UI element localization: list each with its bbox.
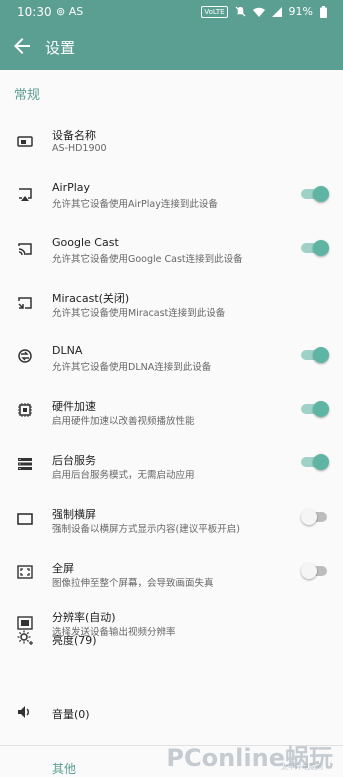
background-service-toggle[interactable] [301,454,329,470]
setting-subtitle: 图像拉伸至整个屏幕，会导致画面失真 [52,578,214,589]
app-bar: 设置 [0,24,343,70]
setting-airplay[interactable]: AirPlay 允许其它设备使用AirPlay连接到此设备 [0,178,343,218]
miracast-icon [18,297,32,309]
status-bar: 10:30 ⊚ AS VoLTE 91% [0,0,343,24]
battery-percent: 91% [288,5,313,18]
setting-force-landscape[interactable]: 强制横屏 强制设备以横屏方式显示内容(建议平板开启) [0,503,343,543]
setting-title: 分辨率(自动) [52,611,116,624]
setting-subtitle: 允许其它设备使用Miracast连接到此设备 [52,308,226,319]
setting-title: 后台服务 [52,454,96,467]
setting-title: Google Cast [52,236,119,249]
google-cast-toggle[interactable] [301,240,329,256]
section-other-title: 其他 [52,762,77,776]
setting-subtitle: 允许其它设备使用Google Cast连接到此设备 [52,254,243,265]
setting-title: Miracast(关闭) [52,292,130,305]
setting-subtitle: 启用后台服务模式，无需启动应用 [52,470,195,481]
setting-title: 亮度(79) [52,634,97,647]
status-left-icons: ⊚ AS [56,5,84,18]
volte-badge: VoLTE [201,5,228,18]
fullscreen-toggle[interactable] [301,563,329,579]
setting-title: 全屏 [52,562,74,575]
setting-subtitle: 允许其它设备使用DLNA连接到此设备 [52,362,212,373]
watermark-sub: 太平洋电脑网 [281,763,323,771]
setting-subtitle: AS-HD1900 [52,143,107,154]
setting-device-name[interactable]: 设备名称 AS-HD1900 [0,124,343,164]
setting-title: AirPlay [52,181,91,194]
setting-fullscreen[interactable]: 全屏 图像拉伸至整个屏幕，会导致画面失真 [0,557,343,597]
chip-icon [18,403,32,417]
setting-title: 设备名称 [52,129,96,142]
setting-hardware-acceleration[interactable]: 硬件加速 启用硬件加速以改善视频播放性能 [0,395,343,435]
setting-subtitle: 启用硬件加速以改善视频播放性能 [52,416,195,427]
brightness-icon [17,630,33,645]
setting-google-cast[interactable]: Google Cast 允许其它设备使用Google Cast连接到此设备 [0,233,343,273]
setting-title: 音量(0) [52,708,90,721]
server-icon [18,458,32,470]
setting-volume[interactable]: 音量(0) [0,702,343,726]
status-time: 10:30 [17,5,52,19]
back-arrow-icon[interactable] [10,34,34,58]
device-icon [17,136,33,147]
mute-icon [235,6,246,17]
page-title: 设置 [45,39,76,57]
setting-title: 强制横屏 [52,508,96,521]
cast-icon [18,243,32,256]
setting-brightness[interactable]: 亮度(79) [0,628,343,652]
setting-title: 硬件加速 [52,400,96,413]
force-landscape-toggle[interactable] [301,509,329,525]
dlna-icon [18,349,32,363]
setting-dlna[interactable]: DLNA 允许其它设备使用DLNA连接到此设备 [0,341,343,381]
setting-background-service[interactable]: 后台服务 启用后台服务模式，无需启动应用 [0,449,343,489]
setting-title: DLNA [52,344,83,357]
landscape-icon [17,513,33,525]
setting-subtitle: 允许其它设备使用AirPlay连接到此设备 [52,199,218,210]
airplay-icon [19,188,32,201]
signal-icon [271,6,282,17]
section-general-title: 常规 [14,88,41,103]
battery-icon [320,5,327,18]
airplay-toggle[interactable] [301,186,329,202]
setting-subtitle: 强制设备以横屏方式显示内容(建议平板开启) [52,524,240,535]
fullscreen-icon [17,565,33,579]
wifi-icon [252,7,265,17]
hardware-acceleration-toggle[interactable] [301,401,329,417]
status-right: VoLTE 91% [201,5,327,18]
dlna-toggle[interactable] [301,347,329,363]
setting-miracast[interactable]: Miracast(关闭) 允许其它设备使用Miracast连接到此设备 [0,287,343,327]
volume-icon [18,706,29,718]
